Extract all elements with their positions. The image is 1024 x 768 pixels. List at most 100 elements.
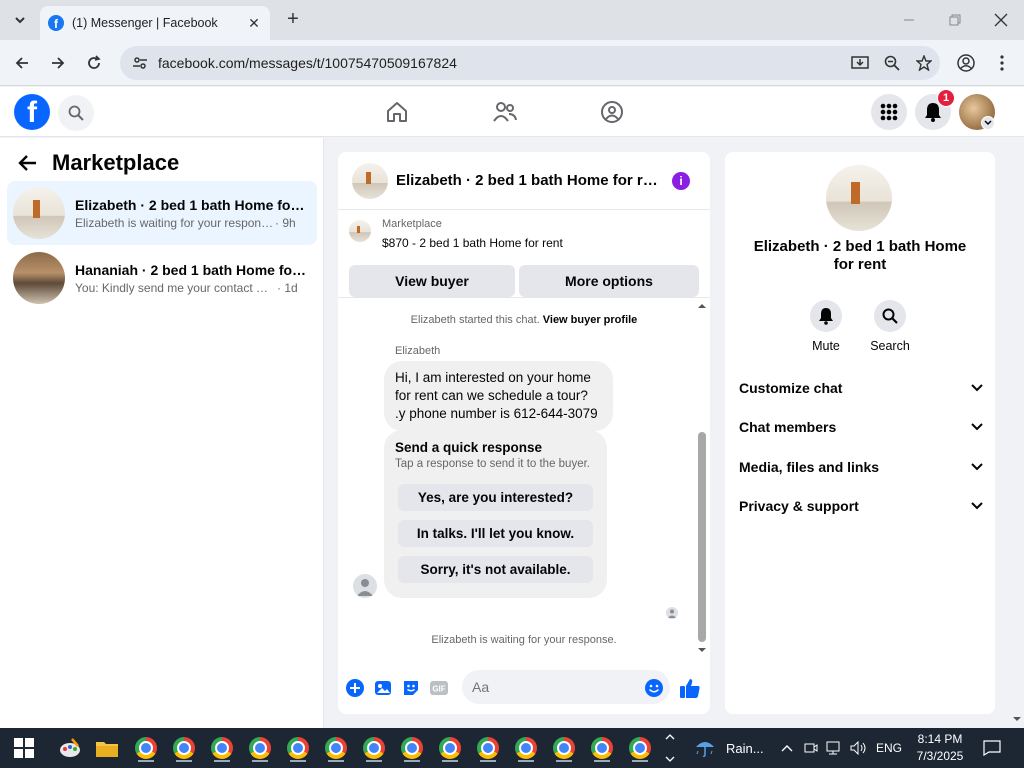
reload-button[interactable]: [81, 50, 107, 76]
taskbar-app-chrome[interactable]: [246, 734, 274, 762]
taskbar-app-chrome[interactable]: [360, 734, 388, 762]
like-button[interactable]: [676, 674, 704, 702]
listing-price[interactable]: $870 - 2 bed 1 bath Home for rent: [382, 236, 563, 250]
message-bubble: Hi, I am interested on your home for ren…: [384, 361, 613, 431]
chat-avatar[interactable]: [352, 162, 388, 199]
message-input[interactable]: [462, 670, 670, 704]
tab-search-button[interactable]: [7, 7, 33, 33]
gif-button[interactable]: GIF: [425, 674, 453, 702]
taskbar-app-chrome[interactable]: [626, 734, 654, 762]
chevron-down-icon: [971, 502, 983, 510]
minimize-button[interactable]: [886, 0, 932, 40]
chrome-icon: [173, 737, 195, 759]
profile-button[interactable]: [953, 50, 979, 76]
notification-badge: 1: [937, 89, 955, 107]
info-icon[interactable]: i: [672, 171, 690, 190]
browser-menu-button[interactable]: [989, 50, 1015, 76]
mute-button[interactable]: Mute: [796, 300, 856, 353]
svg-text:GIF: GIF: [432, 685, 445, 694]
taskbar-app-file-explorer[interactable]: [93, 734, 121, 762]
weather-widget[interactable]: [694, 737, 716, 759]
clock-time[interactable]: 8:14 PM: [916, 732, 964, 746]
close-window-button[interactable]: [978, 0, 1024, 40]
taskbar-app-chrome[interactable]: [398, 734, 426, 762]
chevron-up-icon[interactable]: [781, 744, 793, 752]
chat-title[interactable]: Elizabeth · 2 bed 1 bath Home for rent: [396, 172, 658, 189]
chevron-updown-icon: [665, 734, 675, 762]
quick-reply-button[interactable]: In talks. I'll let you know.: [398, 520, 593, 547]
scroll-thumb[interactable]: [698, 432, 706, 642]
customize-chat-section[interactable]: Customize chat: [739, 376, 983, 400]
view-buyer-button[interactable]: View buyer: [349, 265, 515, 297]
more-actions-button[interactable]: [341, 674, 369, 702]
chrome-icon: [287, 737, 309, 759]
zoom-button[interactable]: [876, 49, 908, 77]
marketplace-header: Marketplace: [18, 150, 179, 176]
facebook-search-button[interactable]: [58, 95, 94, 131]
section-label: Chat members: [739, 419, 837, 435]
site-info-icon[interactable]: [130, 53, 150, 73]
friends-nav[interactable]: [490, 97, 520, 127]
conversation-item[interactable]: Hananiah · 2 bed 1 bath Home for rent Yo…: [7, 246, 317, 310]
reload-icon: [88, 55, 101, 69]
browser-tab[interactable]: f (1) Messenger | Facebook ✕: [40, 6, 270, 40]
taskbar-app-chrome[interactable]: [132, 734, 160, 762]
quick-reply-button[interactable]: Yes, are you interested?: [398, 484, 593, 511]
privacy-support-section[interactable]: Privacy & support: [739, 494, 983, 518]
chevron-down-icon[interactable]: [981, 116, 995, 130]
restore-button[interactable]: [932, 0, 978, 40]
home-nav[interactable]: [382, 97, 412, 127]
chat-members-section[interactable]: Chat members: [739, 415, 983, 439]
scroll-up-icon[interactable]: [696, 302, 708, 310]
browser-toolbar: facebook.com/messages/t/1007547050916782…: [0, 40, 1024, 86]
back-arrow-icon[interactable]: [18, 154, 38, 172]
menu-button[interactable]: [871, 94, 907, 130]
network-icon[interactable]: [826, 741, 842, 755]
notification-center-icon[interactable]: [983, 740, 1001, 756]
meet-now-icon[interactable]: [804, 741, 818, 755]
search-in-chat-button[interactable]: Search: [860, 300, 920, 353]
back-button[interactable]: [9, 50, 35, 76]
language-indicator[interactable]: ENG: [876, 741, 902, 755]
taskbar-app-chrome[interactable]: [588, 734, 616, 762]
view-buyer-profile-link[interactable]: View buyer profile: [543, 314, 638, 326]
url-text: facebook.com/messages/t/1007547050916782…: [158, 55, 457, 71]
install-app-button[interactable]: [844, 49, 876, 77]
new-tab-button[interactable]: +: [282, 9, 304, 31]
taskbar-app-chrome[interactable]: [436, 734, 464, 762]
message-composer: GIF: [338, 666, 710, 710]
chrome-icon: [515, 737, 537, 759]
emoji-button[interactable]: [640, 674, 668, 702]
start-button[interactable]: [14, 738, 34, 758]
conversation-item[interactable]: Elizabeth · 2 bed 1 bath Home for rent E…: [7, 181, 317, 245]
taskbar-app-chrome[interactable]: [284, 734, 312, 762]
clock-date[interactable]: 7/3/2025: [913, 749, 967, 763]
media-files-section[interactable]: Media, files and links: [739, 455, 983, 479]
facebook-logo-icon[interactable]: f: [14, 94, 50, 130]
more-options-button[interactable]: More options: [519, 265, 699, 297]
taskbar-app-chrome[interactable]: [170, 734, 198, 762]
quick-reply-button[interactable]: Sorry, it's not available.: [398, 556, 593, 583]
sticker-button[interactable]: [397, 674, 425, 702]
taskbar-app-chrome[interactable]: [322, 734, 350, 762]
taskbar-overflow-scroller[interactable]: [664, 732, 676, 764]
chrome-icon: [211, 737, 233, 759]
default-avatar-icon: [668, 609, 676, 618]
volume-icon[interactable]: [850, 741, 868, 755]
details-title: Elizabeth · 2 bed 1 bath Home for rent: [753, 238, 967, 273]
close-tab-icon[interactable]: ✕: [246, 15, 262, 32]
weather-text[interactable]: Rain...: [726, 741, 764, 756]
bookmark-button[interactable]: [908, 49, 940, 77]
chat-scrollbar[interactable]: [696, 300, 708, 656]
page-scroll-down-icon[interactable]: [1012, 716, 1022, 722]
taskbar-app-chrome[interactable]: [550, 734, 578, 762]
groups-nav[interactable]: [597, 97, 627, 127]
forward-button[interactable]: [45, 50, 71, 76]
taskbar-app-paint[interactable]: [56, 734, 84, 762]
attach-photo-button[interactable]: [369, 674, 397, 702]
taskbar-app-chrome[interactable]: [208, 734, 236, 762]
taskbar-app-chrome[interactable]: [474, 734, 502, 762]
address-bar[interactable]: facebook.com/messages/t/1007547050916782…: [120, 46, 940, 80]
taskbar-app-chrome[interactable]: [512, 734, 540, 762]
scroll-down-icon[interactable]: [696, 646, 708, 654]
